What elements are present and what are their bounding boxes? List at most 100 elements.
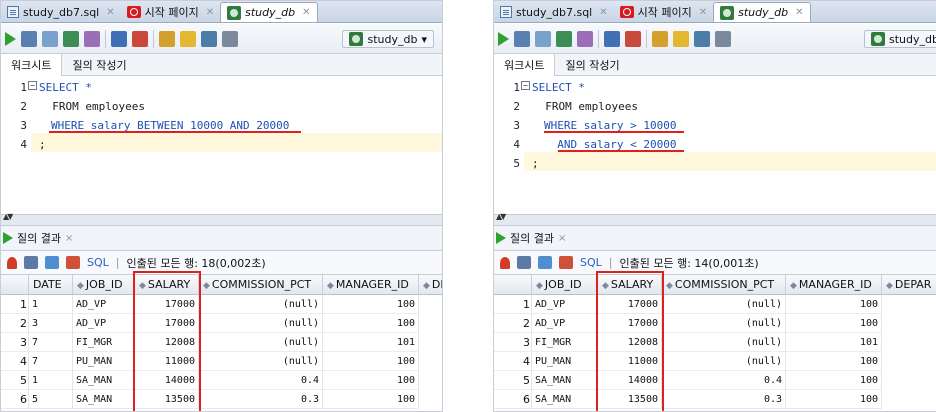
rollback-icon[interactable] [556, 30, 572, 47]
close-icon[interactable]: ✕ [302, 7, 310, 18]
table-cell[interactable]: 100 [786, 390, 882, 409]
column-header[interactable]: ◆ JOB_ID [532, 275, 598, 295]
tab-query-result[interactable]: 질의 결과 [17, 230, 61, 246]
table-cell[interactable]: 0.3 [662, 390, 786, 409]
fold-toggle-icon[interactable]: − [28, 81, 37, 90]
table-cell[interactable]: AD_VP [532, 295, 598, 314]
table-cell[interactable]: 101 [323, 333, 419, 352]
tab-study-db7-sql[interactable]: study_db7.sql ✕ [1, 2, 121, 22]
sql-link[interactable]: SQL [580, 256, 602, 269]
row-number[interactable]: 3 [494, 333, 532, 352]
translate-icon[interactable] [715, 30, 731, 47]
column-header[interactable]: DATE [29, 275, 73, 295]
close-icon[interactable]: ✕ [106, 7, 114, 18]
refresh-icon[interactable] [538, 256, 552, 269]
column-header[interactable]: ◆DE [419, 275, 442, 295]
row-number[interactable]: 6 [1, 390, 29, 409]
table-cell[interactable]: 100 [323, 352, 419, 371]
sql-editor[interactable]: − 1 2 3 4 SELECT * FROM employees WHERE … [1, 76, 442, 214]
row-number[interactable]: 2 [494, 314, 532, 333]
sql-tuning-icon[interactable] [132, 30, 148, 47]
table-cell[interactable]: 1 [29, 371, 73, 390]
table-cell[interactable]: FI_MGR [532, 333, 598, 352]
run-statement-icon[interactable] [498, 31, 509, 46]
tab-start-page[interactable]: 시작 페이지 ✕ [121, 2, 221, 22]
rollback-icon[interactable] [63, 30, 79, 47]
row-number[interactable]: 5 [1, 371, 29, 390]
close-icon[interactable]: × [65, 233, 73, 244]
clear-icon[interactable] [159, 30, 175, 47]
table-cell[interactable]: FI_MGR [73, 333, 135, 352]
table-cell[interactable]: (null) [199, 295, 323, 314]
tab-study-db7-sql[interactable]: study_db7.sql ✕ [494, 2, 614, 22]
table-cell[interactable]: SA_MAN [532, 371, 598, 390]
tab-worksheet[interactable]: 워크시트 [1, 53, 63, 76]
column-header[interactable]: ◆ MANAGER_ID [323, 275, 419, 295]
print-icon[interactable] [517, 256, 531, 269]
table-cell[interactable]: SA_MAN [73, 390, 135, 409]
format-icon[interactable] [673, 30, 689, 47]
table-cell[interactable]: AD_VP [73, 295, 135, 314]
print-icon[interactable] [24, 256, 38, 269]
explain-plan-icon[interactable] [84, 30, 100, 47]
column-header[interactable]: ◆ MANAGER_ID [786, 275, 882, 295]
table-cell[interactable]: SA_MAN [73, 371, 135, 390]
table-cell[interactable]: 100 [323, 314, 419, 333]
table-cell[interactable]: 1 [29, 295, 73, 314]
autotrace-icon[interactable] [604, 30, 620, 47]
tab-study-db[interactable]: study_db ✕ [220, 2, 318, 22]
pin-icon[interactable] [7, 256, 17, 269]
autotrace-icon[interactable] [111, 30, 127, 47]
table-cell[interactable]: 0.4 [199, 371, 323, 390]
commit-icon[interactable] [535, 30, 551, 47]
close-icon[interactable]: ✕ [795, 7, 803, 18]
table-cell[interactable]: 100 [323, 295, 419, 314]
table-cell[interactable]: 3 [29, 314, 73, 333]
table-cell[interactable]: 0.3 [199, 390, 323, 409]
table-cell[interactable]: (null) [662, 352, 786, 371]
table-cell[interactable]: AD_VP [73, 314, 135, 333]
tab-query-builder[interactable]: 질의 작성기 [555, 54, 629, 76]
history-icon[interactable] [201, 30, 217, 47]
row-number[interactable]: 2 [1, 314, 29, 333]
row-number[interactable]: 5 [494, 371, 532, 390]
table-cell[interactable]: (null) [662, 333, 786, 352]
commit-icon[interactable] [42, 30, 58, 47]
table-cell[interactable]: (null) [199, 352, 323, 371]
panel-splitter[interactable] [494, 212, 936, 226]
run-script-icon[interactable] [514, 30, 530, 47]
close-icon[interactable]: ✕ [206, 7, 214, 18]
sql-tuning-icon[interactable] [625, 30, 641, 47]
table-cell[interactable]: 5 [29, 390, 73, 409]
table-cell[interactable]: (null) [199, 314, 323, 333]
row-number[interactable]: 6 [494, 390, 532, 409]
row-number[interactable]: 1 [494, 295, 532, 314]
tab-study-db[interactable]: study_db ✕ [713, 2, 811, 22]
close-icon[interactable]: ✕ [599, 7, 607, 18]
clear-icon[interactable] [652, 30, 668, 47]
format-icon[interactable] [180, 30, 196, 47]
refresh-icon[interactable] [45, 256, 59, 269]
close-icon[interactable]: ✕ [699, 7, 707, 18]
column-header[interactable]: ◆ DEPAR [882, 275, 936, 295]
connection-selector[interactable]: study_db [864, 30, 936, 48]
history-icon[interactable] [694, 30, 710, 47]
table-cell[interactable]: 101 [786, 333, 882, 352]
row-number[interactable]: 1 [1, 295, 29, 314]
sql-export-icon[interactable] [559, 256, 573, 269]
table-cell[interactable]: PU_MAN [532, 352, 598, 371]
table-cell[interactable]: SA_MAN [532, 390, 598, 409]
column-header[interactable]: ◆ COMMISSION_PCT [199, 275, 323, 295]
sql-link[interactable]: SQL [87, 256, 109, 269]
table-cell[interactable]: 100 [786, 314, 882, 333]
translate-icon[interactable] [222, 30, 238, 47]
table-cell[interactable]: 100 [786, 295, 882, 314]
table-cell[interactable]: AD_VP [532, 314, 598, 333]
table-cell[interactable]: 0.4 [662, 371, 786, 390]
table-cell[interactable]: (null) [662, 295, 786, 314]
tab-worksheet[interactable]: 워크시트 [494, 53, 556, 76]
column-header[interactable]: ◆ COMMISSION_PCT [662, 275, 786, 295]
table-cell[interactable]: 100 [323, 390, 419, 409]
table-cell[interactable]: 100 [786, 371, 882, 390]
row-number[interactable]: 4 [1, 352, 29, 371]
